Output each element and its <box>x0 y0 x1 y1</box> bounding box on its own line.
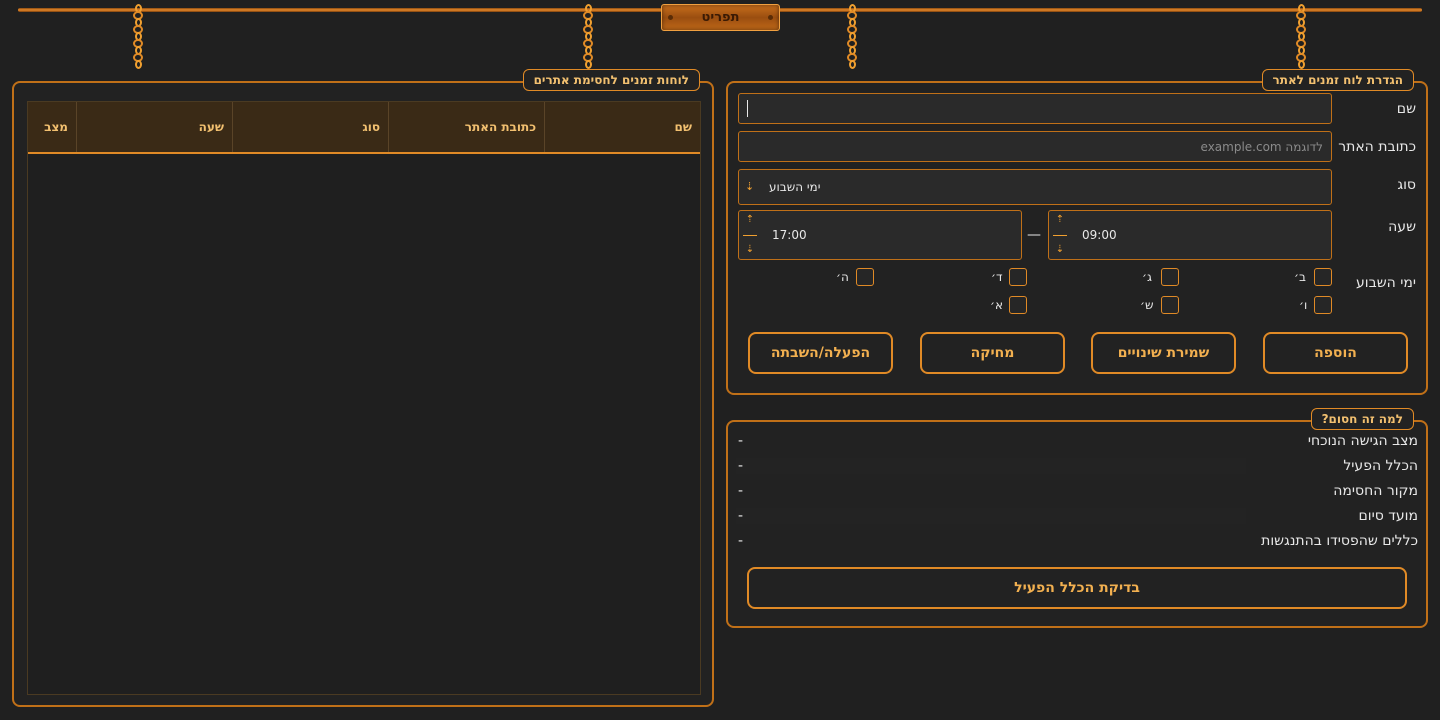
schedules-panel: לוחות זמנים לחסימת אתרים שם כתובת האתר ס… <box>12 69 714 707</box>
column-header-status[interactable]: מצב <box>28 102 76 152</box>
start-time-spinner[interactable]: ⇡ ⇣ <box>1053 214 1067 255</box>
info-label: מועד סיום <box>1358 508 1419 524</box>
why-panel-title: ?למה זה חסום <box>1310 408 1414 430</box>
info-value: - <box>738 483 744 499</box>
info-row-end-time: - מועד סיום <box>736 505 1418 527</box>
day-checkbox-sat[interactable] <box>1161 296 1179 314</box>
schedules-panel-title: לוחות זמנים לחסימת אתרים <box>522 69 700 91</box>
type-value: ימי השבוע <box>769 180 821 194</box>
chevron-down-icon: ⇣ <box>745 244 755 255</box>
delete-button[interactable]: מחיקה <box>920 332 1065 374</box>
chevron-up-icon: ⇡ <box>1055 214 1065 225</box>
url-label: כתובת האתר <box>1338 139 1416 155</box>
check-active-rule-button[interactable]: בדיקת הכלל הפעיל <box>747 567 1407 609</box>
day-checkbox-fri[interactable] <box>1314 296 1332 314</box>
info-label: מצב הגישה הנוכחי <box>1307 433 1418 449</box>
name-label: שם <box>1396 101 1416 117</box>
chain-decoration <box>582 4 594 69</box>
info-label: כללים שהפסידו בהתנגשות <box>1261 533 1418 549</box>
day-checkbox-mon[interactable] <box>1314 268 1332 286</box>
schedules-table[interactable]: שם כתובת האתר סוג שעה מצב <box>27 101 701 695</box>
info-value: - <box>736 458 1246 474</box>
chevron-down-icon: ⇣ <box>745 180 755 193</box>
time-separator: — <box>1027 227 1041 243</box>
end-time-value: 17:00 <box>772 228 807 242</box>
days-label: ימי השבוע <box>1356 275 1416 291</box>
day-checkbox-wed[interactable] <box>1009 268 1027 286</box>
day-label-mon: ב׳ <box>1294 270 1306 284</box>
end-time-field[interactable]: ⇡ ⇣ 17:00 <box>738 210 1022 260</box>
day-label-sat: ש׳ <box>1140 298 1154 312</box>
time-label: שעה <box>1388 219 1416 235</box>
day-checkbox-sun[interactable] <box>1009 296 1027 314</box>
day-label-thu: ה׳ <box>836 270 849 284</box>
type-select[interactable]: ⇣ ימי השבוע <box>738 169 1332 205</box>
url-input[interactable] <box>739 132 1331 161</box>
chevron-up-icon: ⇡ <box>745 214 755 225</box>
save-button[interactable]: שמירת שינויים <box>1091 332 1236 374</box>
chain-decoration <box>846 4 858 69</box>
form-panel-title: הגדרת לוח זמנים לאתר <box>1261 69 1414 91</box>
name-field[interactable] <box>738 93 1332 124</box>
day-checkbox-thu[interactable] <box>856 268 874 286</box>
info-label: הכלל הפעיל <box>1343 458 1418 474</box>
menu-button[interactable]: תפריט <box>661 4 780 31</box>
why-blocked-panel: ?למה זה חסום - מצב הגישה הנוכחי - הכלל ה… <box>726 408 1428 628</box>
info-row-active-rule: - הכלל הפעיל <box>736 455 1418 477</box>
chain-decoration <box>132 4 144 69</box>
day-label-tue: ג׳ <box>1142 270 1152 284</box>
day-label-wed: ד׳ <box>991 270 1003 284</box>
menu-label: תפריט <box>701 10 740 25</box>
info-label: מקור החסימה <box>1333 483 1418 499</box>
column-header-time[interactable]: שעה <box>76 102 232 152</box>
chevron-down-icon: ⇣ <box>1055 244 1065 255</box>
start-time-value: 09:00 <box>1082 228 1117 242</box>
info-row-lost-rules: - כללים שהפסידו בהתנגשות <box>736 530 1418 552</box>
info-row-block-source: - מקור החסימה <box>736 480 1418 502</box>
day-checkbox-tue[interactable] <box>1161 268 1179 286</box>
start-time-field[interactable]: ⇡ ⇣ 09:00 <box>1048 210 1332 260</box>
toggle-button[interactable]: הפעלה/השבתה <box>748 332 893 374</box>
info-value: - <box>738 533 744 549</box>
table-header: שם כתובת האתר סוג שעה מצב <box>28 102 700 154</box>
info-value: - <box>738 433 744 449</box>
info-value: - <box>736 508 1246 524</box>
day-label-fri: ו׳ <box>1299 298 1308 312</box>
url-field[interactable] <box>738 131 1332 162</box>
info-row-access-state: - מצב הגישה הנוכחי <box>736 430 1418 452</box>
add-button[interactable]: הוספה <box>1263 332 1408 374</box>
column-header-name[interactable]: שם <box>544 102 700 152</box>
column-header-url[interactable]: כתובת האתר <box>388 102 544 152</box>
schedule-form-panel: הגדרת לוח זמנים לאתר שם כתובת האתר סוג ⇣… <box>726 69 1428 395</box>
chain-decoration <box>1295 4 1307 69</box>
day-label-sun: א׳ <box>990 298 1004 312</box>
type-label: סוג <box>1397 177 1416 193</box>
end-time-spinner[interactable]: ⇡ ⇣ <box>743 214 757 255</box>
column-header-type[interactable]: סוג <box>232 102 388 152</box>
